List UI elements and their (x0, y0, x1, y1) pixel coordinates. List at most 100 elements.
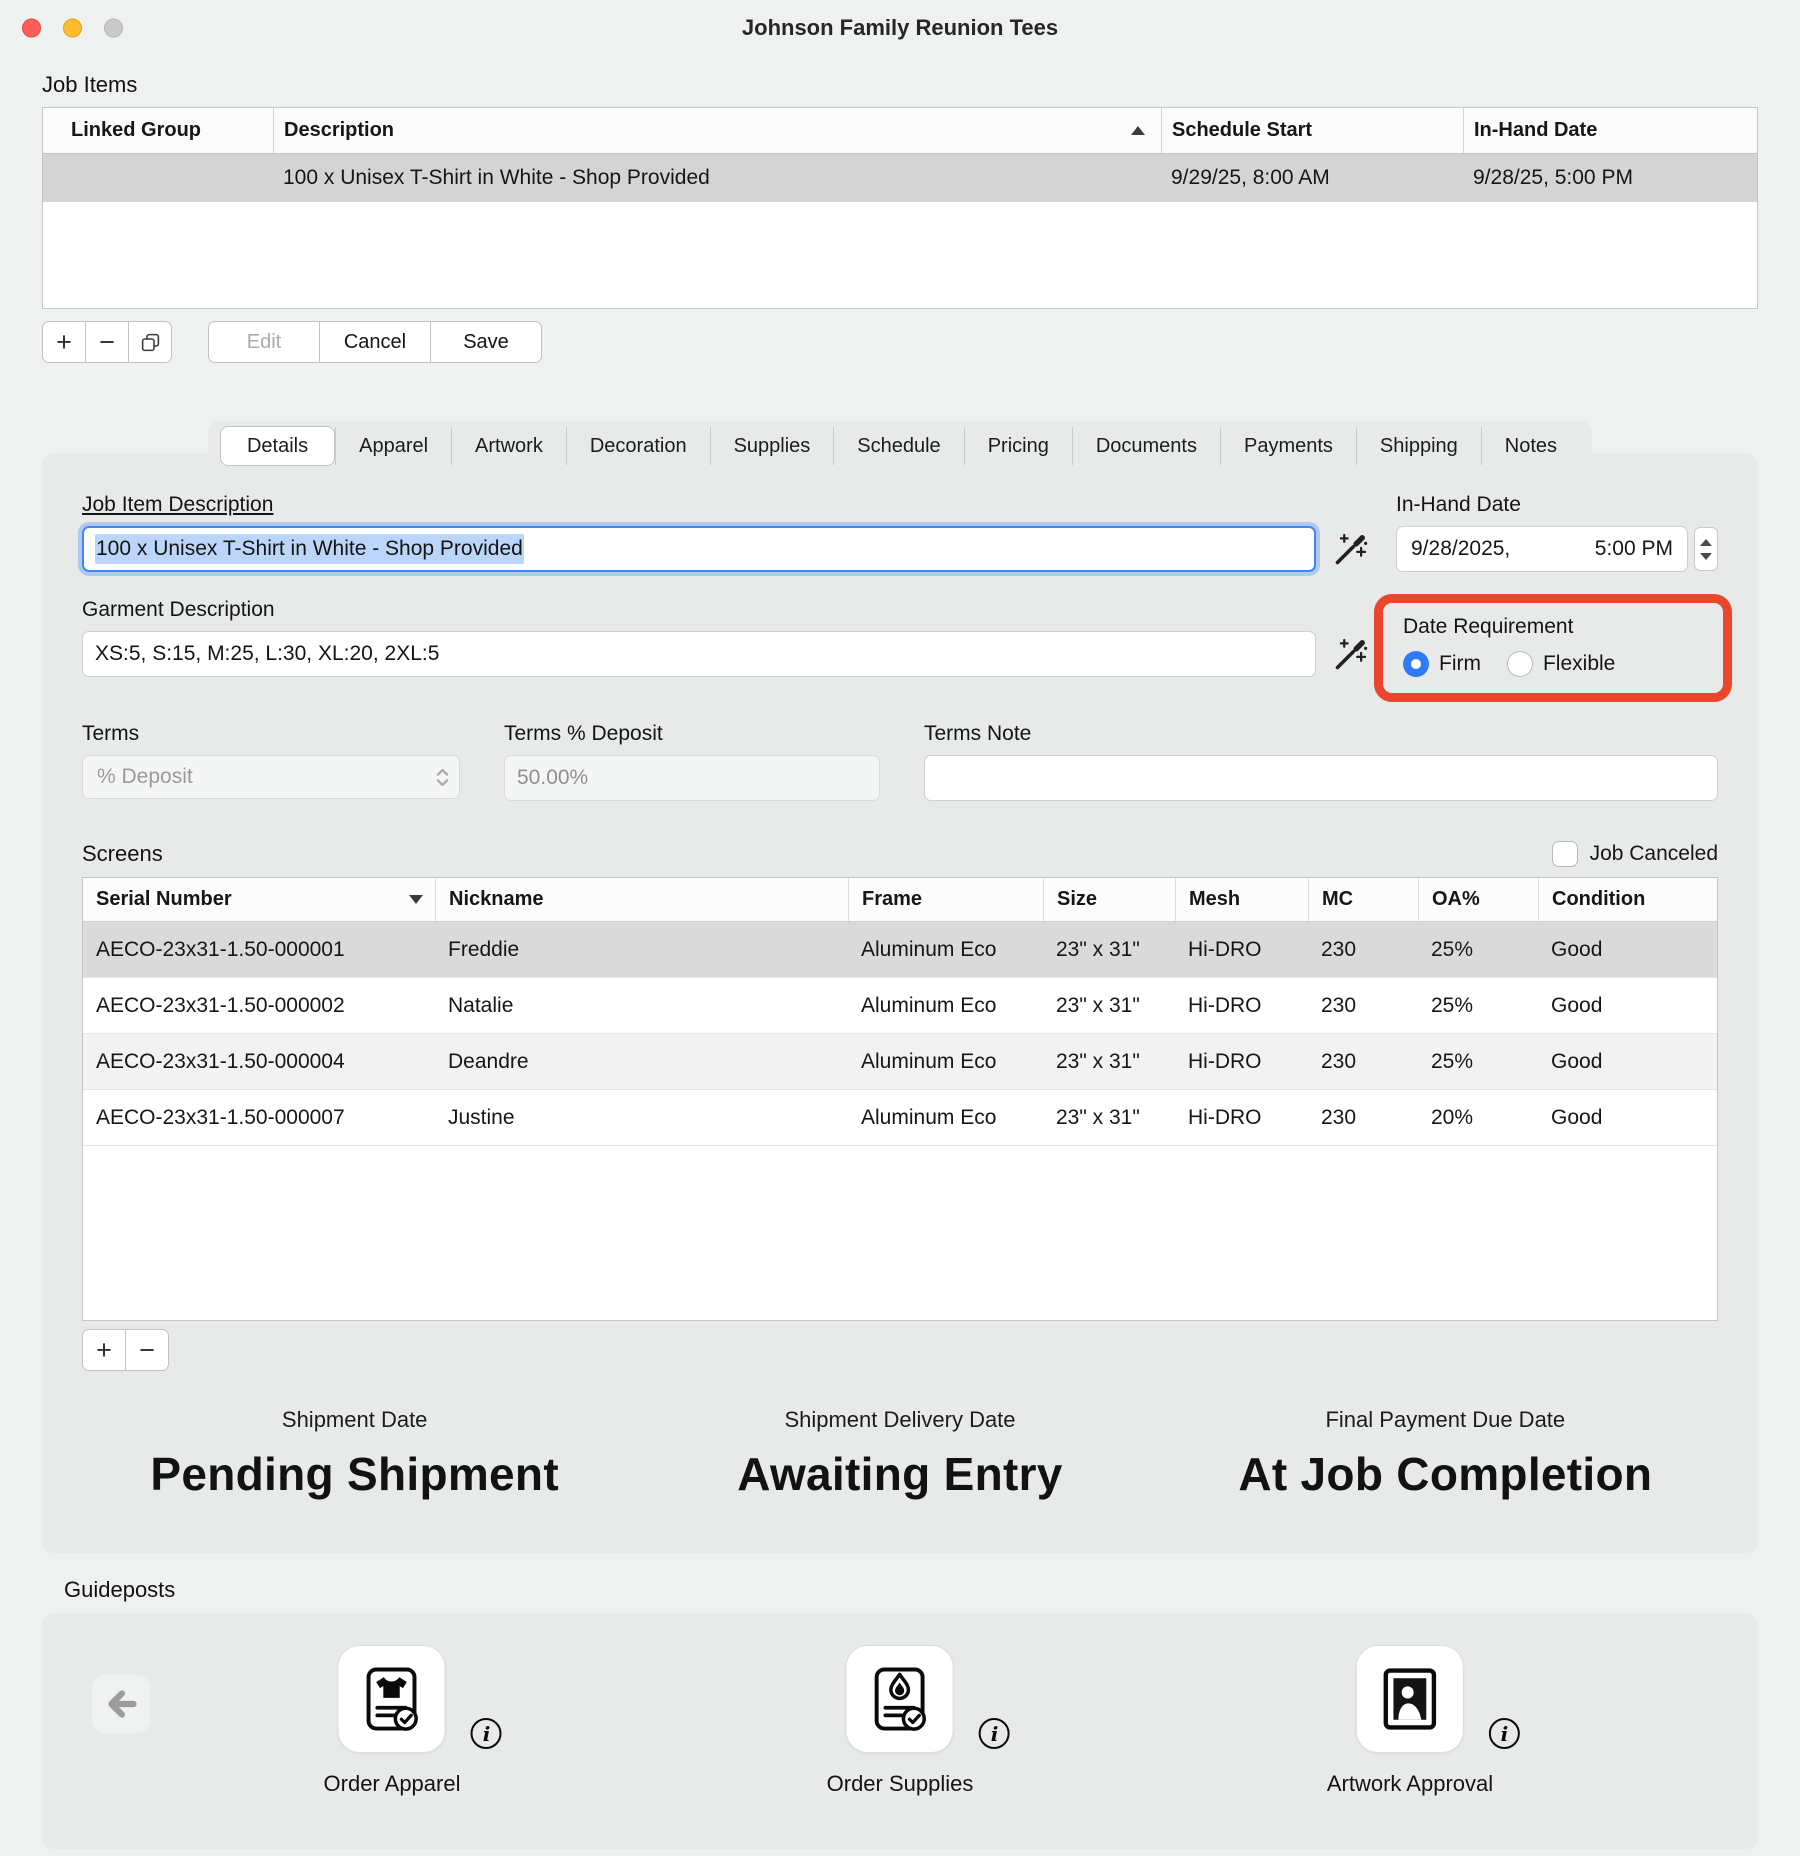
cell-mc: 230 (1308, 1050, 1418, 1074)
artwork-approval-info-icon[interactable]: i (1489, 1718, 1520, 1749)
tab-bar: Details Apparel Artwork Decoration Suppl… (208, 421, 1592, 471)
cell-nickname: Deandre (435, 1050, 848, 1074)
job-item-description-input[interactable]: 100 x Unisex T-Shirt in White - Shop Pro… (82, 526, 1316, 572)
tab-artwork[interactable]: Artwork (451, 427, 566, 465)
garment-magic-wand-button[interactable] (1328, 631, 1374, 677)
save-button[interactable]: Save (430, 321, 542, 363)
tab-notes[interactable]: Notes (1481, 427, 1580, 465)
remove-job-item-button[interactable]: − (85, 321, 129, 363)
garment-description-label: Garment Description (82, 598, 1374, 622)
tab-pricing[interactable]: Pricing (964, 427, 1072, 465)
shipment-delivery-date-summary: Shipment Delivery Date Awaiting Entry (627, 1407, 1172, 1501)
column-header-in-hand-date[interactable]: In-Hand Date (1463, 108, 1757, 153)
add-screen-button[interactable]: + (82, 1329, 126, 1371)
screen-row[interactable]: AECO-23x31-1.50-000004 Deandre Aluminum … (83, 1034, 1717, 1090)
radio-unselected-icon (1507, 651, 1533, 677)
cell-mc: 230 (1308, 938, 1418, 962)
remove-screen-button[interactable]: − (125, 1329, 169, 1371)
order-supplies-button[interactable] (846, 1645, 954, 1753)
job-items-table: Linked Group Description Schedule Start … (42, 107, 1758, 309)
zoom-window-button[interactable] (104, 19, 123, 38)
terms-select[interactable]: % Deposit (82, 755, 460, 799)
cell-frame: Aluminum Eco (848, 1106, 1043, 1130)
cell-size: 23" x 31" (1043, 1106, 1175, 1130)
column-header-nickname[interactable]: Nickname (435, 878, 848, 921)
cell-oa: 25% (1418, 1050, 1538, 1074)
column-header-size[interactable]: Size (1043, 878, 1175, 921)
column-header-mesh[interactable]: Mesh (1175, 878, 1308, 921)
terms-note-input[interactable] (924, 755, 1718, 801)
stepper-down-icon (1700, 553, 1712, 560)
guidepost-order-supplies: i Order Supplies (827, 1645, 974, 1797)
screen-row[interactable]: AECO-23x31-1.50-000002 Natalie Aluminum … (83, 978, 1717, 1034)
guidepost-label: Order Supplies (827, 1771, 974, 1797)
column-header-oa[interactable]: OA% (1418, 878, 1538, 921)
cell-frame: Aluminum Eco (848, 1050, 1043, 1074)
job-items-empty-area (43, 202, 1757, 308)
tab-schedule[interactable]: Schedule (833, 427, 963, 465)
back-button[interactable] (92, 1675, 150, 1733)
cell-frame: Aluminum Eco (848, 938, 1043, 962)
tab-documents[interactable]: Documents (1072, 427, 1220, 465)
terms-deposit-input[interactable]: 50.00% (504, 755, 880, 801)
job-item-row-selected[interactable]: 100 x Unisex T-Shirt in White - Shop Pro… (43, 154, 1757, 202)
in-hand-date-input[interactable]: 9/28/2025, 5:00 PM (1396, 526, 1688, 572)
garment-description-input[interactable]: XS:5, S:15, M:25, L:30, XL:20, 2XL:5 (82, 631, 1316, 677)
column-header-frame[interactable]: Frame (848, 878, 1043, 921)
date-stepper[interactable] (1694, 527, 1718, 571)
radio-firm[interactable]: Firm (1403, 651, 1481, 677)
column-header-serial-number[interactable]: Serial Number (83, 878, 435, 921)
in-hand-date-label: In-Hand Date (1396, 493, 1718, 517)
duplicate-icon (140, 332, 161, 353)
order-apparel-button[interactable] (338, 1645, 446, 1753)
tab-supplies[interactable]: Supplies (710, 427, 834, 465)
in-hand-time-value: 5:00 PM (1595, 537, 1673, 561)
guidepost-label: Order Apparel (324, 1771, 461, 1797)
add-job-item-button[interactable]: + (42, 321, 86, 363)
order-apparel-info-icon[interactable]: i (471, 1718, 502, 1749)
tab-apparel[interactable]: Apparel (335, 427, 451, 465)
cell-mesh: Hi-DRO (1175, 1050, 1308, 1074)
order-supplies-info-icon[interactable]: i (979, 1718, 1010, 1749)
cell-condition: Good (1538, 994, 1717, 1018)
column-header-schedule-start[interactable]: Schedule Start (1161, 108, 1463, 153)
screen-row[interactable]: AECO-23x31-1.50-000007 Justine Aluminum … (83, 1090, 1717, 1146)
terms-label: Terms (82, 722, 460, 746)
terms-deposit-label: Terms % Deposit (504, 722, 880, 746)
cell-size: 23" x 31" (1043, 938, 1175, 962)
minimize-window-button[interactable] (63, 19, 82, 38)
screen-row[interactable]: AECO-23x31-1.50-000001 Freddie Aluminum … (83, 922, 1717, 978)
artwork-approval-button[interactable] (1356, 1645, 1464, 1753)
radio-flexible[interactable]: Flexible (1507, 651, 1615, 677)
job-items-header: Linked Group Description Schedule Start … (43, 108, 1757, 154)
column-header-mc[interactable]: MC (1308, 878, 1418, 921)
duplicate-job-item-button[interactable] (128, 321, 172, 363)
date-summaries: Shipment Date Pending Shipment Shipment … (82, 1407, 1718, 1501)
date-requirement-label: Date Requirement (1403, 615, 1707, 639)
guideposts-panel: i Order Apparel i (42, 1613, 1758, 1849)
description-magic-wand-button[interactable] (1328, 526, 1374, 572)
cell-description: 100 x Unisex T-Shirt in White - Shop Pro… (273, 166, 1161, 190)
dropdown-chevrons-icon (436, 767, 449, 788)
magic-wand-icon (1333, 531, 1369, 567)
column-header-linked-group[interactable]: Linked Group (43, 108, 273, 153)
screens-table: Serial Number Nickname Frame Size Mesh M… (82, 877, 1718, 1321)
cell-size: 23" x 31" (1043, 1050, 1175, 1074)
column-header-condition[interactable]: Condition (1538, 878, 1717, 921)
tab-payments[interactable]: Payments (1220, 427, 1356, 465)
cancel-button[interactable]: Cancel (319, 321, 431, 363)
cell-serial-number: AECO-23x31-1.50-000002 (83, 994, 435, 1018)
close-window-button[interactable] (22, 19, 41, 38)
terms-note-label: Terms Note (924, 722, 1718, 746)
artwork-approval-icon (1375, 1664, 1445, 1734)
shipment-date-summary: Shipment Date Pending Shipment (82, 1407, 627, 1501)
column-header-description[interactable]: Description (273, 108, 1161, 153)
tab-decoration[interactable]: Decoration (566, 427, 710, 465)
screens-controls: + − (82, 1329, 1718, 1371)
cell-size: 23" x 31" (1043, 994, 1175, 1018)
tab-details[interactable]: Details (220, 426, 335, 466)
tab-shipping[interactable]: Shipping (1356, 427, 1481, 465)
edit-button[interactable]: Edit (208, 321, 320, 363)
job-canceled-checkbox[interactable]: Job Canceled (1552, 841, 1718, 867)
checkbox-unchecked-icon (1552, 841, 1578, 867)
